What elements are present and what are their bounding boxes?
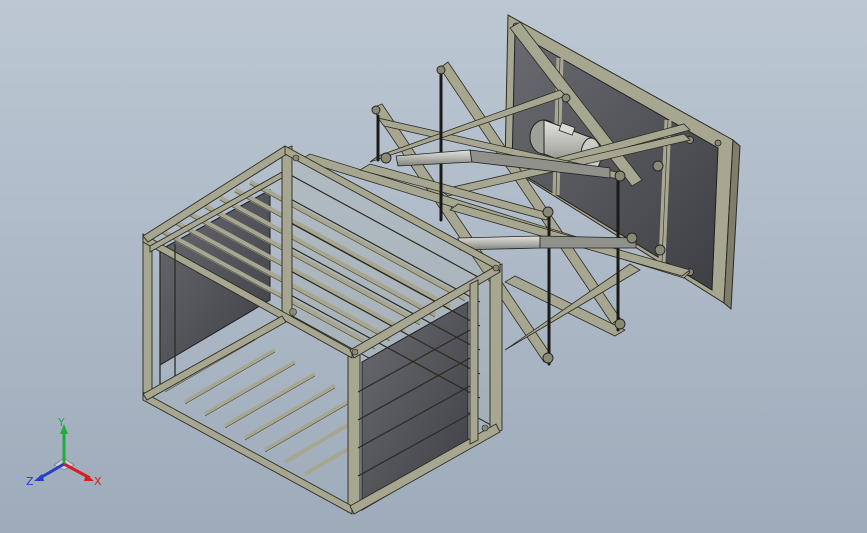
cad-model-scene[interactable] [0, 0, 867, 533]
triad-x-label: X [94, 475, 102, 488]
triad-y-label: Y [57, 418, 65, 429]
3d-viewport[interactable]: Y X Z [0, 0, 867, 533]
coordinate-triad: Y X Z [26, 418, 102, 488]
triad-z-label: Z [26, 475, 34, 488]
